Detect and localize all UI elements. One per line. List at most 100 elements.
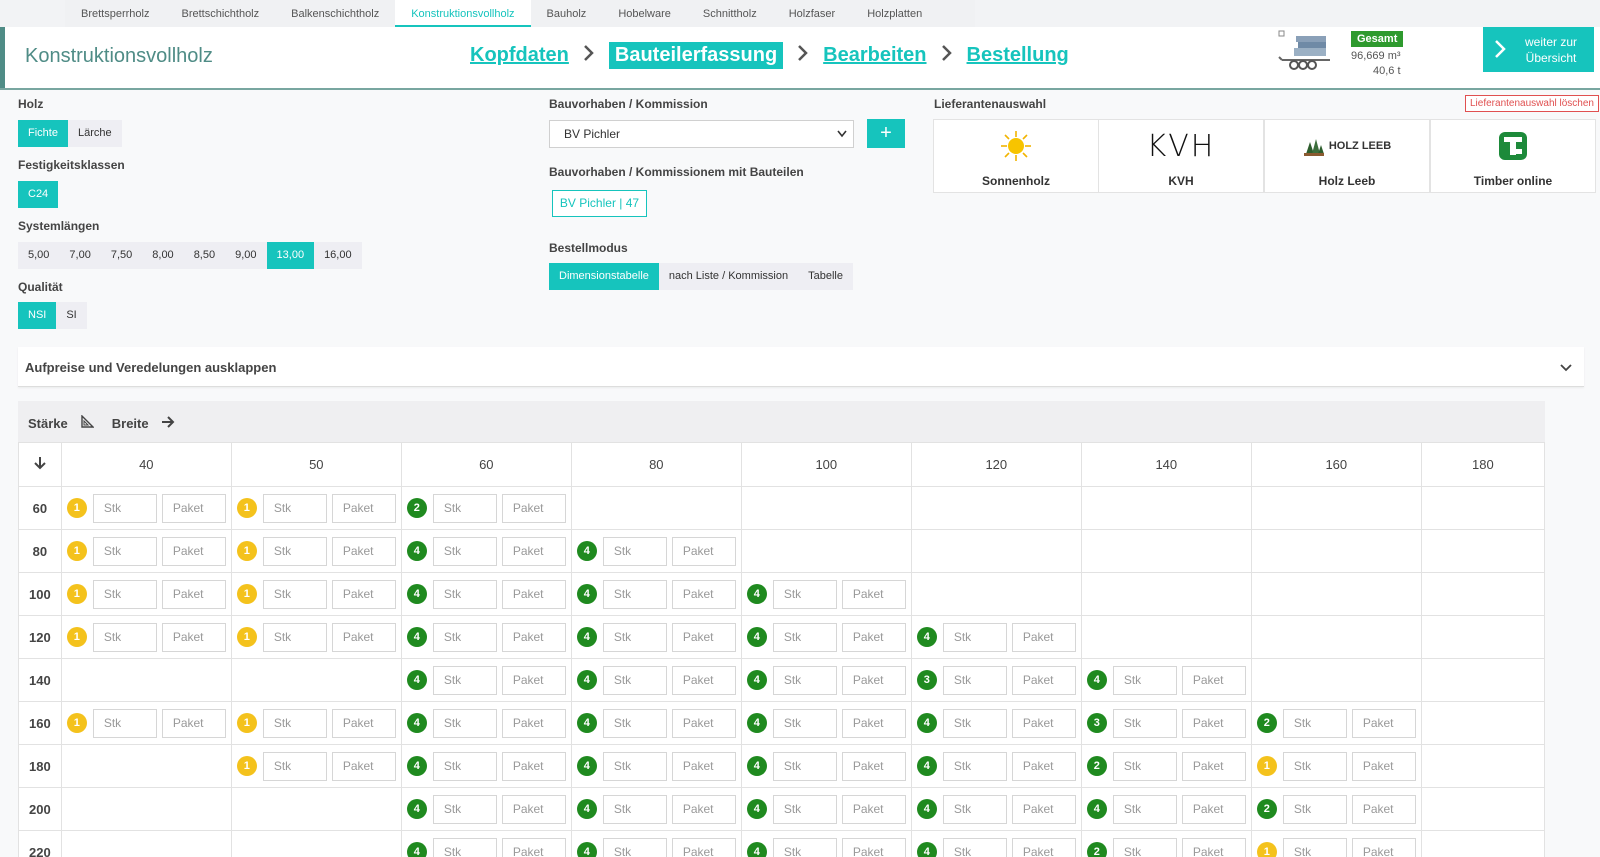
step-bestellung[interactable]: Bestellung	[967, 44, 1069, 67]
paket-input[interactable]: Paket	[671, 579, 736, 609]
paket-input[interactable]: Paket	[331, 579, 396, 609]
product-tab-bauholz[interactable]: Bauholz	[531, 0, 603, 27]
stk-input[interactable]: Stk	[772, 579, 837, 609]
supplier-sonnenholz[interactable]: Sonnenholz	[933, 119, 1099, 193]
stk-input[interactable]: Stk	[262, 493, 327, 523]
stk-input[interactable]: Stk	[772, 708, 837, 738]
stk-input[interactable]: Stk	[432, 708, 497, 738]
paket-input[interactable]: Paket	[1011, 708, 1076, 738]
product-tab-hobelware[interactable]: Hobelware	[602, 0, 687, 27]
supplier-kvh[interactable]: KVH KVH	[1098, 119, 1264, 193]
stk-input[interactable]: Stk	[1282, 837, 1347, 857]
stk-input[interactable]: Stk	[772, 665, 837, 695]
paket-input[interactable]: Paket	[1011, 794, 1076, 824]
add-bauvorhaben-button[interactable]: +	[867, 119, 905, 148]
paket-input[interactable]: Paket	[1011, 751, 1076, 781]
paket-input[interactable]: Paket	[1351, 794, 1416, 824]
stk-input[interactable]: Stk	[92, 579, 157, 609]
paket-input[interactable]: Paket	[501, 493, 566, 523]
bestellmodus-nach-liste[interactable]: nach Liste / Kommission	[658, 263, 799, 290]
paket-input[interactable]: Paket	[841, 708, 906, 738]
paket-input[interactable]: Paket	[671, 665, 736, 695]
stk-input[interactable]: Stk	[92, 493, 157, 523]
stk-input[interactable]: Stk	[1112, 751, 1177, 781]
paket-input[interactable]: Paket	[501, 665, 566, 695]
paket-input[interactable]: Paket	[501, 536, 566, 566]
festigkeit-option-c24[interactable]: C24	[18, 181, 59, 208]
systemlaenge-option[interactable]: 7,00	[59, 242, 101, 269]
paket-input[interactable]: Paket	[501, 751, 566, 781]
paket-input[interactable]: Paket	[331, 622, 396, 652]
stk-input[interactable]: Stk	[432, 794, 497, 824]
weiter-zur-uebersicht-button[interactable]: weiter zur Übersicht	[1483, 27, 1594, 72]
paket-input[interactable]: Paket	[501, 708, 566, 738]
paket-input[interactable]: Paket	[331, 708, 396, 738]
paket-input[interactable]: Paket	[1181, 708, 1246, 738]
stk-input[interactable]: Stk	[602, 751, 667, 781]
step-bauteilerfassung[interactable]: Bauteilerfassung	[608, 41, 784, 69]
stk-input[interactable]: Stk	[772, 751, 837, 781]
stk-input[interactable]: Stk	[432, 579, 497, 609]
paket-input[interactable]: Paket	[671, 837, 736, 857]
stk-input[interactable]: Stk	[262, 622, 327, 652]
stk-input[interactable]: Stk	[1112, 665, 1177, 695]
stk-input[interactable]: Stk	[432, 493, 497, 523]
systemlaenge-option[interactable]: 13,00	[266, 242, 315, 269]
stk-input[interactable]: Stk	[602, 579, 667, 609]
paket-input[interactable]: Paket	[501, 579, 566, 609]
stk-input[interactable]: Stk	[602, 837, 667, 857]
paket-input[interactable]: Paket	[161, 579, 226, 609]
stk-input[interactable]: Stk	[92, 622, 157, 652]
stk-input[interactable]: Stk	[942, 751, 1007, 781]
stk-input[interactable]: Stk	[432, 536, 497, 566]
bestellmodus-dimensionstabelle[interactable]: Dimensionstabelle	[549, 263, 659, 290]
stk-input[interactable]: Stk	[92, 536, 157, 566]
paket-input[interactable]: Paket	[841, 665, 906, 695]
stk-input[interactable]: Stk	[942, 708, 1007, 738]
paket-input[interactable]: Paket	[331, 493, 396, 523]
systemlaenge-option[interactable]: 7,50	[100, 242, 143, 269]
product-tab-brettschichtholz[interactable]: Brettschichtholz	[165, 0, 275, 27]
stk-input[interactable]: Stk	[942, 622, 1007, 652]
aufpreise-collapse[interactable]: Aufpreise und Veredelungen ausklappen	[18, 347, 1584, 387]
stk-input[interactable]: Stk	[942, 794, 1007, 824]
qualitaet-option-nsi[interactable]: NSI	[18, 302, 57, 329]
paket-input[interactable]: Paket	[331, 536, 396, 566]
paket-input[interactable]: Paket	[1351, 708, 1416, 738]
product-tab-holzfaser[interactable]: Holzfaser	[773, 0, 851, 27]
stk-input[interactable]: Stk	[262, 751, 327, 781]
stk-input[interactable]: Stk	[262, 536, 327, 566]
systemlaenge-option[interactable]: 8,50	[183, 242, 226, 269]
paket-input[interactable]: Paket	[161, 622, 226, 652]
stk-input[interactable]: Stk	[602, 708, 667, 738]
paket-input[interactable]: Paket	[1011, 665, 1076, 695]
paket-input[interactable]: Paket	[1351, 751, 1416, 781]
holz-option-fichte[interactable]: Fichte	[18, 120, 68, 147]
stk-input[interactable]: Stk	[262, 579, 327, 609]
product-tab-brettsperrholz[interactable]: Brettsperrholz	[65, 0, 165, 27]
stk-input[interactable]: Stk	[432, 837, 497, 857]
paket-input[interactable]: Paket	[671, 708, 736, 738]
step-kopfdaten[interactable]: Kopfdaten	[470, 44, 569, 67]
paket-input[interactable]: Paket	[671, 751, 736, 781]
bauvorhaben-tag[interactable]: BV Pichler | 47	[552, 190, 647, 217]
systemlaenge-option[interactable]: 8,00	[142, 242, 184, 269]
paket-input[interactable]: Paket	[1181, 751, 1246, 781]
stk-input[interactable]: Stk	[262, 708, 327, 738]
stk-input[interactable]: Stk	[1112, 794, 1177, 824]
step-bearbeiten[interactable]: Bearbeiten	[823, 44, 926, 67]
paket-input[interactable]: Paket	[161, 708, 226, 738]
paket-input[interactable]: Paket	[1351, 837, 1416, 857]
stk-input[interactable]: Stk	[772, 837, 837, 857]
stk-input[interactable]: Stk	[1282, 708, 1347, 738]
product-tab-holzplatten[interactable]: Holzplatten	[851, 0, 938, 27]
paket-input[interactable]: Paket	[331, 751, 396, 781]
paket-input[interactable]: Paket	[1011, 837, 1076, 857]
paket-input[interactable]: Paket	[841, 622, 906, 652]
paket-input[interactable]: Paket	[1181, 665, 1246, 695]
stk-input[interactable]: Stk	[602, 536, 667, 566]
paket-input[interactable]: Paket	[671, 794, 736, 824]
paket-input[interactable]: Paket	[841, 837, 906, 857]
systemlaenge-option[interactable]: 5,00	[18, 242, 60, 269]
paket-input[interactable]: Paket	[161, 493, 226, 523]
